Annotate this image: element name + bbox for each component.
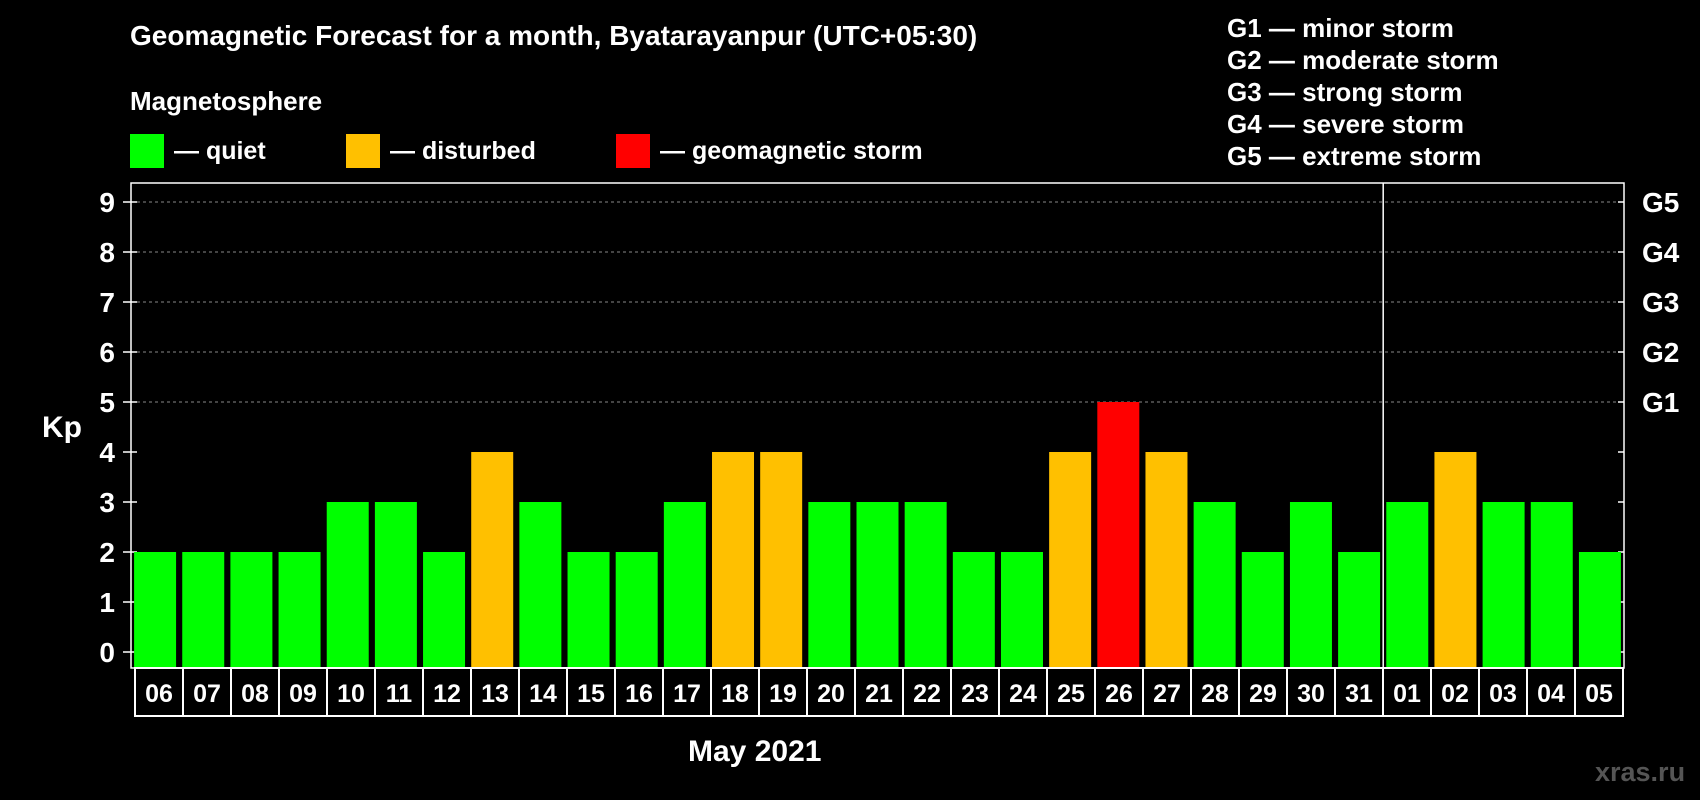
y-tick-label: 3 bbox=[99, 487, 115, 518]
right-axis-label-g5: G5 bbox=[1642, 187, 1679, 218]
x-tick-label-12: 12 bbox=[433, 680, 461, 708]
x-tick-label-19: 19 bbox=[769, 680, 797, 708]
bar-21 bbox=[856, 502, 899, 668]
bar-26 bbox=[1097, 402, 1140, 668]
bar-09 bbox=[278, 552, 321, 668]
x-tick-label-17: 17 bbox=[673, 680, 701, 708]
bar-25 bbox=[1049, 452, 1092, 668]
bar-16 bbox=[615, 552, 658, 668]
x-tick-label-25: 25 bbox=[1057, 680, 1085, 708]
x-tick-label-11: 11 bbox=[386, 680, 413, 708]
bar-01 bbox=[1386, 502, 1429, 668]
bar-30 bbox=[1289, 502, 1332, 668]
bar-23 bbox=[952, 552, 995, 668]
x-tick-label-24: 24 bbox=[1009, 680, 1037, 708]
x-tick-label-26: 26 bbox=[1105, 680, 1133, 708]
bar-18 bbox=[712, 452, 755, 668]
bar-27 bbox=[1145, 452, 1188, 668]
bar-15 bbox=[567, 552, 610, 668]
bar-31 bbox=[1338, 552, 1381, 668]
x-tick-label-27: 27 bbox=[1153, 680, 1181, 708]
right-axis-label-g4: G4 bbox=[1642, 237, 1680, 268]
bar-13 bbox=[471, 452, 514, 668]
x-tick-label-18: 18 bbox=[721, 680, 749, 708]
bar-22 bbox=[904, 502, 947, 668]
x-tick-label-28: 28 bbox=[1201, 680, 1229, 708]
bar-29 bbox=[1241, 552, 1284, 668]
bar-11 bbox=[374, 502, 417, 668]
x-tick-label-30: 30 bbox=[1297, 680, 1325, 708]
kp-bar-chart: 0123456789KpG1G2G3G4G506 07 08 09 10 11 12 13 14… bbox=[42, 182, 1680, 717]
bar-03 bbox=[1482, 502, 1525, 668]
x-tick-label-14: 14 bbox=[529, 680, 557, 708]
x-tick-label-15: 15 bbox=[577, 680, 605, 708]
bar-04 bbox=[1530, 502, 1573, 668]
x-tick-label-04: 04 bbox=[1537, 680, 1565, 708]
watermark: xras.ru bbox=[1595, 757, 1686, 787]
y-tick-label: 4 bbox=[99, 437, 115, 468]
x-tick-label-07: 07 bbox=[193, 680, 221, 708]
right-axis-label-g1: G1 bbox=[1642, 387, 1679, 418]
x-tick-label-03: 03 bbox=[1489, 680, 1517, 708]
x-tick-label-08: 08 bbox=[241, 680, 269, 708]
bar-14 bbox=[519, 502, 562, 668]
x-tick-label-05: 05 bbox=[1585, 680, 1613, 708]
y-tick-label: 0 bbox=[99, 637, 115, 668]
y-tick-label: 2 bbox=[99, 537, 115, 568]
x-tick-label-29: 29 bbox=[1249, 680, 1277, 708]
bar-20 bbox=[808, 502, 851, 668]
x-axis-label: May 2021 bbox=[688, 735, 822, 768]
y-tick-label: 8 bbox=[99, 237, 115, 268]
bar-10 bbox=[326, 502, 369, 668]
x-tick-label-22: 22 bbox=[913, 680, 941, 708]
bar-08 bbox=[230, 552, 273, 668]
y-tick-label: 9 bbox=[99, 187, 115, 218]
bar-19 bbox=[760, 452, 803, 668]
bar-24 bbox=[1000, 552, 1043, 668]
bar-07 bbox=[182, 552, 225, 668]
x-tick-label-13: 13 bbox=[481, 680, 509, 708]
y-tick-label: 5 bbox=[99, 387, 115, 418]
y-tick-label: 6 bbox=[99, 337, 115, 368]
bar-28 bbox=[1193, 502, 1236, 668]
x-tick-label-06: 06 bbox=[145, 680, 173, 708]
bar-17 bbox=[663, 502, 706, 668]
x-tick-label-02: 02 bbox=[1441, 680, 1469, 708]
bar-02 bbox=[1434, 452, 1477, 668]
x-tick-label-10: 10 bbox=[337, 680, 365, 708]
right-axis-label-g2: G2 bbox=[1642, 337, 1679, 368]
x-tick-label-23: 23 bbox=[961, 680, 989, 708]
x-tick-label-01: 01 bbox=[1393, 680, 1421, 708]
x-tick-label-31: 31 bbox=[1345, 680, 1373, 708]
y-axis-label: Kp bbox=[42, 411, 82, 444]
y-tick-label: 1 bbox=[99, 587, 115, 618]
bar-12 bbox=[423, 552, 466, 668]
right-axis-label-g3: G3 bbox=[1642, 287, 1679, 318]
x-tick-label-16: 16 bbox=[625, 680, 653, 708]
y-tick-label: 7 bbox=[99, 287, 115, 318]
x-tick-label-09: 09 bbox=[289, 680, 317, 708]
x-tick-label-21: 21 bbox=[865, 680, 893, 708]
bar-05 bbox=[1578, 552, 1621, 668]
bar-06 bbox=[134, 552, 177, 668]
x-tick-label-20: 20 bbox=[817, 680, 845, 708]
